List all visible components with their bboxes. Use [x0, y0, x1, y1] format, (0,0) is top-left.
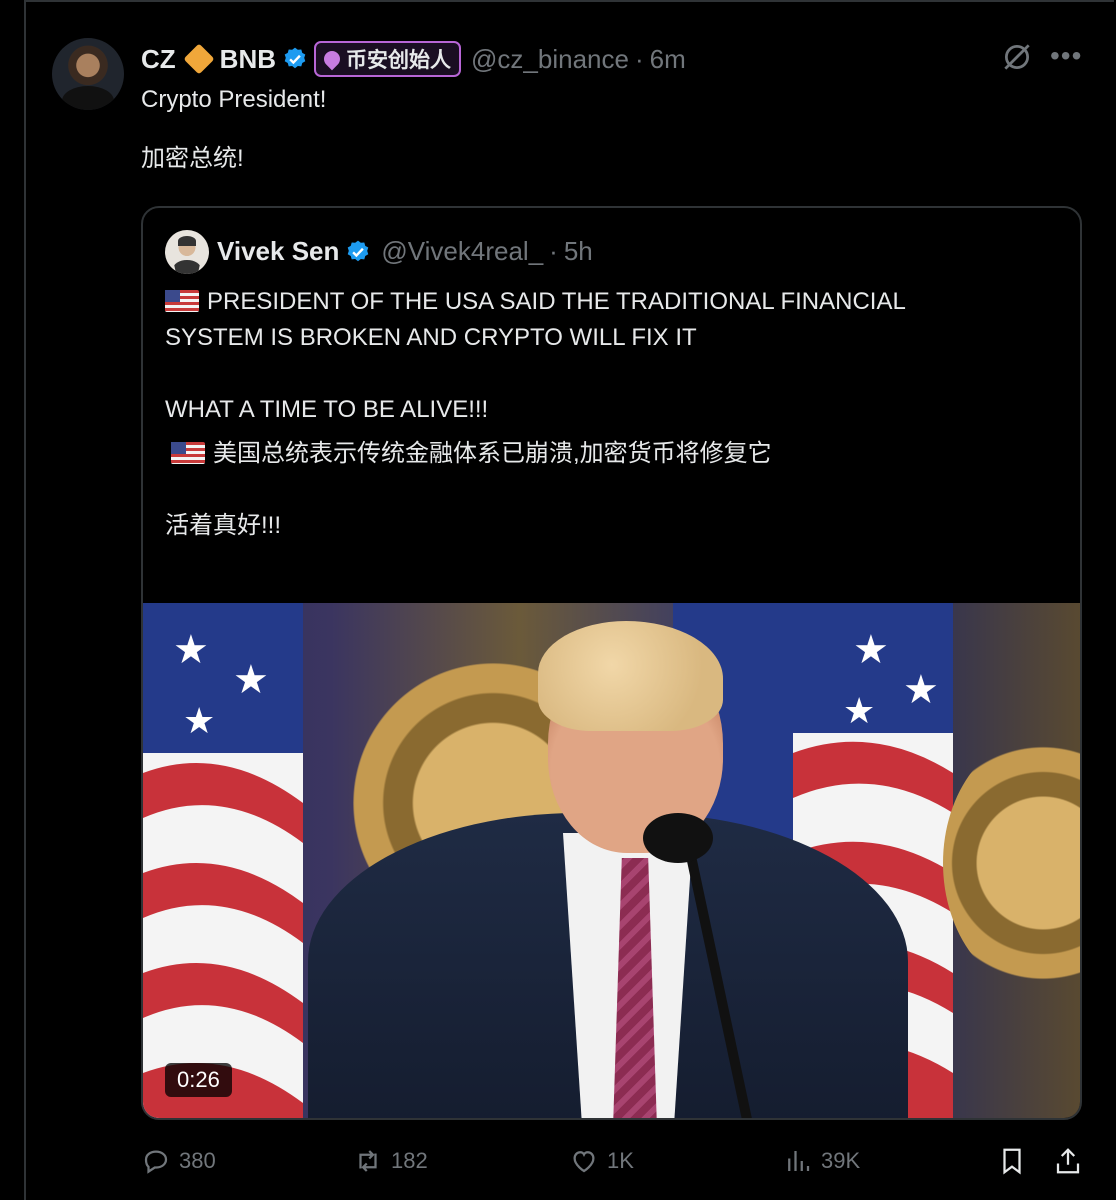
tweet-text-line1: Crypto President!: [141, 86, 327, 113]
tweet-header: CZ BNB 币安创始人 @cz_binance · 6m: [141, 40, 686, 78]
flag-left: ★ ★ ★: [143, 603, 303, 1118]
bookmark-icon: [1003, 1148, 1021, 1175]
quoted-tweet-header: Vivek Sen @Vivek4real_ · 5h: [217, 236, 593, 267]
quoted-text-line1: PRESIDENT OF THE USA SAID THE TRADITIONA…: [207, 288, 906, 315]
quoted-tweet[interactable]: Vivek Sen @Vivek4real_ · 5h PRESIDENT OF…: [141, 206, 1082, 1120]
quoted-author-handle[interactable]: @Vivek4real_: [381, 236, 543, 267]
verified-icon: [284, 47, 306, 69]
us-flag-icon: [165, 290, 199, 312]
bookmark-button[interactable]: [997, 1146, 1035, 1176]
retweet-count: 182: [391, 1148, 428, 1173]
author-name-suffix[interactable]: BNB: [220, 44, 276, 75]
microphone: [643, 813, 713, 863]
svg-text:★: ★: [233, 658, 269, 702]
retweet-icon: [359, 1150, 377, 1172]
action-bar: 380 182 1K 39K: [141, 1138, 1091, 1188]
svg-text:★: ★: [183, 700, 215, 741]
reply-count: 380: [179, 1148, 216, 1173]
separator-dot: ·: [634, 43, 644, 74]
quoted-text-line2: SYSTEM IS BROKEN AND CRYPTO WILL FIX IT: [165, 324, 697, 351]
separator-dot: ·: [549, 236, 558, 266]
video-duration: 0:26: [165, 1063, 232, 1097]
grok-icon[interactable]: [1000, 40, 1034, 74]
flame-icon: [320, 47, 344, 71]
us-flag-icon: [171, 442, 205, 464]
tweet-text-line2: 加密总统!: [141, 145, 244, 172]
share-icon: [1056, 1148, 1080, 1174]
quoted-author-avatar[interactable]: [165, 230, 209, 274]
svg-text:★: ★: [843, 690, 875, 731]
like-count: 1K: [607, 1148, 634, 1173]
affiliation-badge[interactable]: 币安创始人: [314, 41, 462, 77]
quoted-text-line5: 活着真好!!!: [165, 512, 282, 539]
quoted-tweet-body: PRESIDENT OF THE USA SAID THE TRADITIONA…: [165, 284, 1045, 544]
verified-icon: [348, 240, 369, 261]
like-button[interactable]: 1K: [569, 1146, 634, 1176]
retweet-button[interactable]: 182: [353, 1146, 428, 1176]
quoted-text-line4: 美国总统表示传统金融体系已崩溃,加密货币将修复它: [213, 440, 772, 467]
analytics-icon: [788, 1151, 810, 1171]
author-name[interactable]: CZ: [141, 44, 176, 75]
more-icon[interactable]: •••: [1050, 42, 1082, 70]
author-handle[interactable]: @cz_binance: [471, 44, 629, 75]
affiliation-label: 币安创始人: [346, 49, 452, 72]
heart-icon: [573, 1151, 595, 1173]
seal-right: [943, 733, 1080, 993]
quoted-author-name[interactable]: Vivek Sen: [217, 236, 339, 267]
view-count: 39K: [821, 1148, 861, 1173]
svg-text:★: ★: [173, 628, 209, 672]
share-button[interactable]: [1053, 1146, 1091, 1176]
speaker-hair: [538, 621, 723, 731]
reply-button[interactable]: 380: [141, 1146, 216, 1176]
reply-icon: [144, 1150, 168, 1174]
tweet-timestamp[interactable]: 6m: [650, 44, 686, 75]
views-button[interactable]: 39K: [783, 1146, 860, 1176]
quoted-tweet-timestamp[interactable]: 5h: [564, 236, 593, 267]
diamond-icon: [183, 43, 215, 75]
author-avatar[interactable]: [52, 38, 124, 110]
svg-text:★: ★: [853, 628, 889, 672]
quoted-text-line3: WHAT A TIME TO BE ALIVE!!!: [165, 396, 489, 423]
video-player[interactable]: ★ ★ ★ ★ ★ ★ 0:26: [143, 603, 1080, 1118]
svg-text:★: ★: [903, 668, 939, 712]
